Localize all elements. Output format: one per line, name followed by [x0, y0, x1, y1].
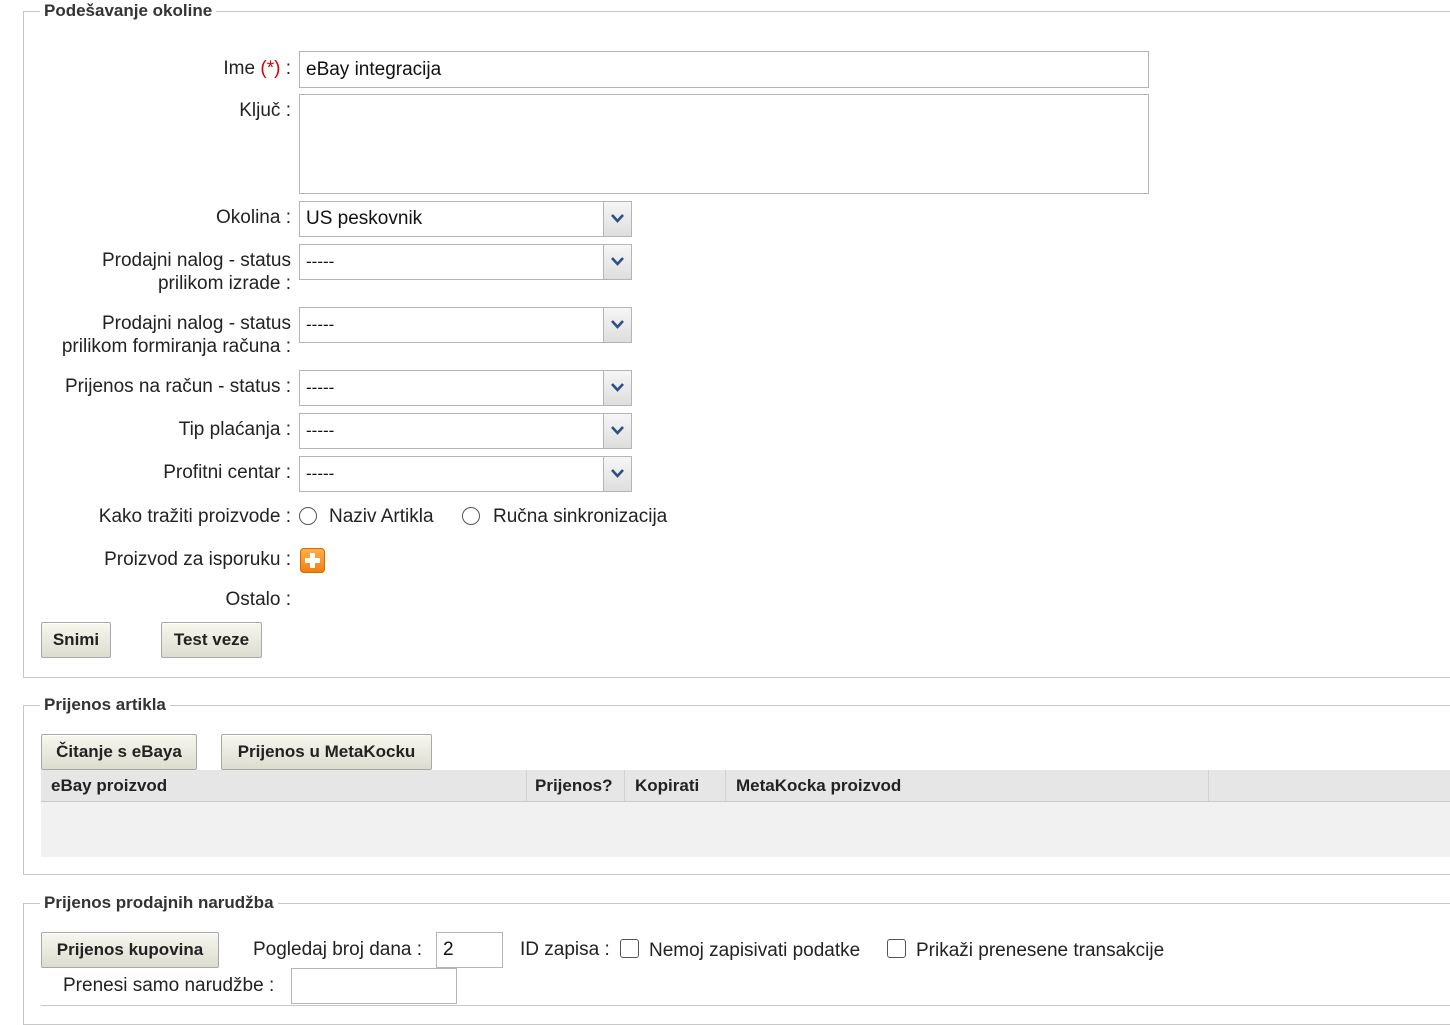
so-invoice-status-select[interactable]: -----	[299, 307, 632, 343]
environment-select[interactable]: US peskovnik	[299, 201, 632, 237]
name-input[interactable]	[299, 51, 1149, 88]
no-write-label[interactable]: Nemoj zapisivati podatke	[649, 939, 860, 962]
environment-settings-legend: Podešavanje okoline	[40, 1, 217, 21]
radio-manual-sync[interactable]	[462, 507, 480, 525]
transfer-purchases-button[interactable]: Prijenos kupovina	[41, 932, 219, 968]
column-copy[interactable]: Kopirati	[625, 770, 726, 801]
environment-select-value: US peskovnik	[306, 208, 423, 229]
chevron-down-icon[interactable]	[603, 245, 631, 279]
so-create-status-label: Prodajni nalog - status prilikom izrade …	[102, 249, 291, 295]
payment-type-select[interactable]: -----	[299, 413, 632, 449]
test-connection-button[interactable]: Test veze	[161, 622, 262, 658]
name-label: Ime (*) :	[223, 57, 291, 80]
chevron-down-icon[interactable]	[603, 371, 631, 405]
payment-type-label: Tip plaćanja :	[178, 419, 291, 440]
chevron-down-icon[interactable]	[603, 457, 631, 491]
show-transferred-checkbox[interactable]	[887, 939, 906, 958]
record-id-label: ID zapisa :	[520, 939, 610, 960]
days-input[interactable]	[436, 932, 503, 968]
days-label: Pogledaj broj dana :	[253, 939, 423, 960]
radio-manual-sync-label[interactable]: Ručna sinkronizacija	[493, 505, 667, 528]
profit-center-label: Profitni centar :	[163, 462, 291, 483]
add-shipping-product-plus-icon[interactable]	[300, 548, 325, 573]
no-write-checkbox[interactable]	[620, 939, 639, 958]
radio-item-name[interactable]	[299, 507, 317, 525]
so-invoice-status-label-line1: Prodajni nalog - status	[101, 313, 291, 334]
items-table-body	[41, 802, 1450, 857]
profit-center-select[interactable]: -----	[299, 456, 632, 492]
chevron-down-icon[interactable]	[603, 414, 631, 448]
save-button[interactable]: Snimi	[41, 622, 111, 658]
key-textarea[interactable]	[299, 94, 1149, 194]
only-orders-input[interactable]	[291, 968, 457, 1004]
transfer-status-value: -----	[306, 378, 335, 397]
so-create-status-label-line1: Prodajni nalog - status	[101, 250, 291, 271]
so-invoice-status-label-line2: prilikom formiranja računa :	[61, 336, 291, 357]
shipping-product-label: Proizvod za isporuku :	[104, 549, 291, 570]
key-label: Ključ :	[239, 100, 291, 121]
column-ebay-product[interactable]: eBay proizvod	[41, 770, 527, 801]
column-extra	[1209, 770, 1450, 801]
so-create-status-select[interactable]: -----	[299, 244, 632, 280]
required-marker: (*)	[260, 58, 281, 79]
items-table-header: eBay proizvod Prijenos? Kopirati MetaKoc…	[41, 770, 1450, 802]
column-metakocka-product[interactable]: MetaKocka proizvod	[726, 770, 1209, 801]
payment-type-value: -----	[306, 421, 335, 440]
chevron-down-icon[interactable]	[603, 308, 631, 342]
bottom-divider	[41, 1005, 1450, 1006]
column-transfer[interactable]: Prijenos?	[527, 770, 625, 801]
so-invoice-status-value: -----	[306, 315, 335, 334]
order-transfer-legend: Prijenos prodajnih narudžba	[40, 893, 278, 913]
transfer-status-label: Prijenos na račun - status :	[65, 376, 291, 397]
chevron-down-icon[interactable]	[603, 202, 631, 236]
order-transfer-section: Prijenos prodajnih narudžba	[23, 893, 1450, 1025]
name-label-suffix: :	[285, 58, 291, 79]
environment-label: Okolina :	[216, 207, 291, 228]
other-label: Ostalo :	[225, 589, 291, 610]
item-transfer-legend: Prijenos artikla	[40, 695, 170, 715]
transfer-to-metakocka-button[interactable]: Prijenos u MetaKocku	[221, 734, 432, 770]
so-create-status-label-line2: prilikom izrade :	[157, 273, 291, 294]
only-orders-label: Prenesi samo narudžbe :	[63, 975, 275, 996]
name-label-text: Ime	[223, 58, 256, 79]
so-invoice-status-label: Prodajni nalog - status prilikom formira…	[62, 312, 291, 358]
transfer-status-select[interactable]: -----	[299, 370, 632, 406]
show-transferred-label[interactable]: Prikaži prenesene transakcije	[916, 939, 1164, 962]
profit-center-value: -----	[306, 464, 335, 483]
read-from-ebay-button[interactable]: Čitanje s eBaya	[41, 734, 197, 770]
so-create-status-value: -----	[306, 252, 335, 271]
product-search-label: Kako tražiti proizvode :	[98, 506, 291, 527]
radio-item-name-label[interactable]: Naziv Artikla	[329, 505, 434, 528]
